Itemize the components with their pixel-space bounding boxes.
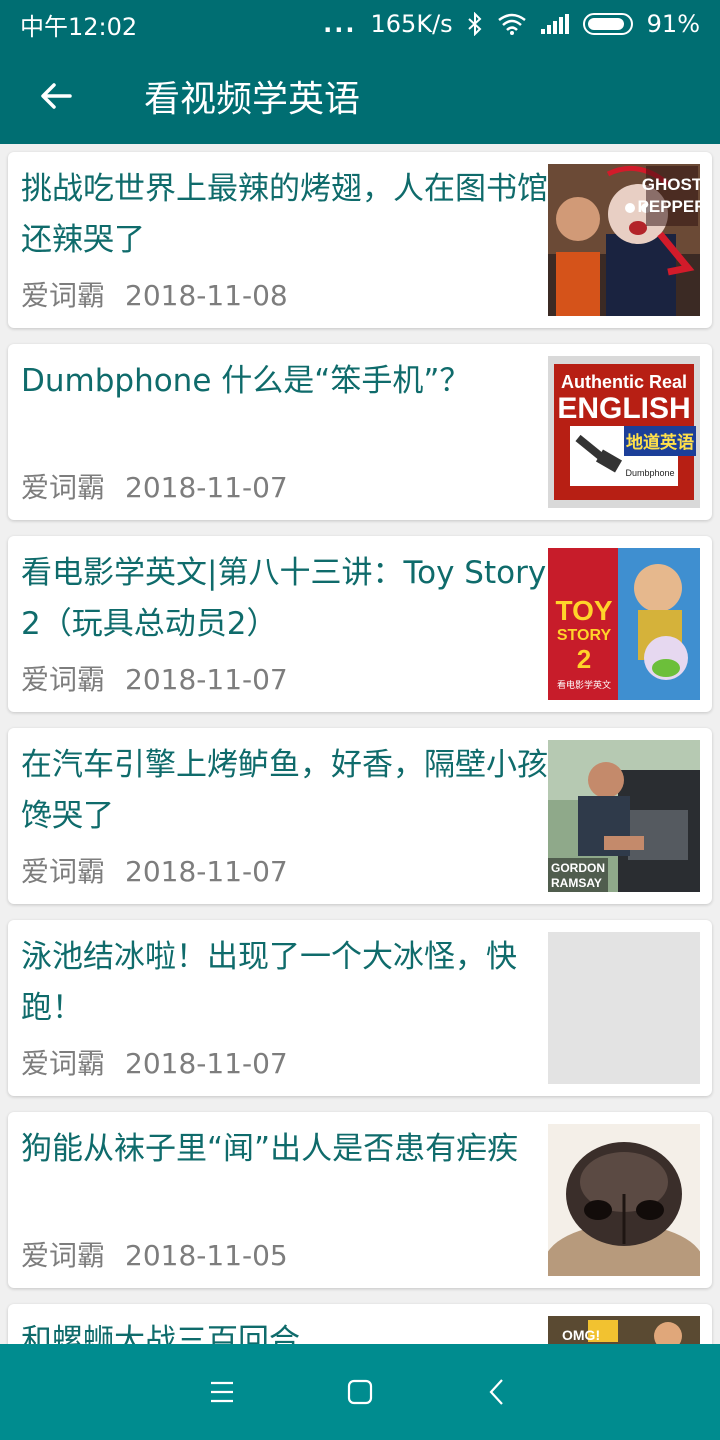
network-speed: 165K/s bbox=[370, 10, 453, 38]
article-thumbnail[interactable]: TOY STORY 2 看电影学英文 bbox=[548, 548, 700, 700]
article-title: 狗能从袜子里“闻”出人是否患有疟疾 bbox=[21, 1131, 519, 1167]
svg-text:2: 2 bbox=[577, 644, 591, 674]
svg-text:ENGLISH: ENGLISH bbox=[557, 392, 690, 425]
car-engine-cooking-image: GORDON RAMSAY bbox=[548, 740, 700, 892]
article-thumbnail[interactable]: GHOST PEPPER bbox=[548, 164, 700, 316]
article-source: 爱词霸 bbox=[21, 279, 106, 312]
svg-text:地道英语: 地道英语 bbox=[626, 432, 694, 453]
article-source: 爱词霸 bbox=[21, 1047, 106, 1080]
page-title: 看视频学英语 bbox=[144, 79, 361, 120]
status-bar: 中午12:02 ... 165K/s 91% bbox=[0, 0, 720, 48]
app-bar: 看视频学英语 bbox=[0, 48, 720, 144]
ghost-pepper-image: GHOST PEPPER bbox=[548, 164, 700, 316]
toy-story-poster-image: TOY STORY 2 看电影学英文 bbox=[548, 548, 700, 700]
svg-text:RAMSAY: RAMSAY bbox=[551, 876, 602, 890]
article-thumbnail-placeholder[interactable] bbox=[548, 932, 700, 1084]
article-date: 2018-11-07 bbox=[125, 471, 288, 504]
article-date: 2018-11-07 bbox=[125, 663, 288, 696]
article-list[interactable]: 挑战吃世界上最辣的烤翅，人在图书馆还辣哭了 爱词霸 2018-11-08 GHOS… bbox=[0, 144, 720, 1344]
article-date: 2018-11-07 bbox=[125, 855, 288, 888]
article-title: 看电影学英文|第八十三讲：Toy Story 2（玩具总动员2） bbox=[21, 555, 547, 642]
article-card[interactable]: 看电影学英文|第八十三讲：Toy Story 2（玩具总动员2） 爱词霸 2018… bbox=[8, 536, 712, 712]
article-card[interactable]: 和螺蛳大战三百回合 OMG! bbox=[8, 1304, 712, 1344]
authentic-english-image: Authentic Real ENGLISH 地道英语 Dumbphone bbox=[548, 356, 700, 508]
article-title: 泳池结冰啦！出现了一个大冰怪，快跑！ bbox=[21, 939, 517, 1026]
article-date: 2018-11-08 bbox=[125, 279, 288, 312]
article-source: 爱词霸 bbox=[21, 1239, 106, 1272]
svg-text:看电影学英文: 看电影学英文 bbox=[557, 679, 611, 691]
back-button[interactable] bbox=[0, 48, 112, 144]
article-meta: 爱词霸 2018-11-07 bbox=[21, 466, 288, 506]
menu-icon bbox=[211, 1381, 233, 1403]
battery-percent: 91% bbox=[646, 10, 700, 38]
status-time: 中午12:02 bbox=[20, 12, 138, 41]
battery-icon bbox=[582, 13, 633, 35]
article-title: Dumbphone 什么是“笨手机”？ bbox=[21, 363, 471, 399]
article-title: 在汽车引擎上烤鲈鱼，好香，隔壁小孩馋哭了 bbox=[21, 747, 548, 834]
article-card[interactable]: 泳池结冰啦！出现了一个大冰怪，快跑！ 爱词霸 2018-11-07 bbox=[8, 920, 712, 1096]
article-date: 2018-11-05 bbox=[125, 1239, 288, 1272]
article-card[interactable]: 在汽车引擎上烤鲈鱼，好香，隔壁小孩馋哭了 爱词霸 2018-11-07 GORDO… bbox=[8, 728, 712, 904]
more-dots: ... bbox=[323, 10, 357, 38]
svg-text:TOY: TOY bbox=[555, 595, 612, 626]
article-meta: 爱词霸 2018-11-08 bbox=[21, 274, 288, 314]
svg-text:STORY: STORY bbox=[557, 627, 612, 644]
article-card[interactable]: 挑战吃世界上最辣的烤翅，人在图书馆还辣哭了 爱词霸 2018-11-08 GHOS… bbox=[8, 152, 712, 328]
back-chevron-icon bbox=[489, 1379, 503, 1405]
article-card[interactable]: Dumbphone 什么是“笨手机”？ 爱词霸 2018-11-07 Authen… bbox=[8, 344, 712, 520]
menu-button[interactable] bbox=[153, 1344, 291, 1440]
article-source: 爱词霸 bbox=[21, 471, 106, 504]
home-square-icon bbox=[347, 1379, 373, 1405]
svg-text:Dumbphone: Dumbphone bbox=[625, 468, 674, 478]
back-arrow-icon bbox=[41, 83, 72, 109]
article-meta: 爱词霸 2018-11-07 bbox=[21, 658, 288, 698]
system-back-button[interactable] bbox=[429, 1344, 567, 1440]
svg-text:GHOST: GHOST bbox=[642, 175, 700, 194]
snail-battle-image: OMG! bbox=[548, 1316, 700, 1344]
svg-text:GORDON: GORDON bbox=[551, 861, 605, 875]
svg-text:Authentic Real: Authentic Real bbox=[561, 372, 687, 392]
home-button[interactable] bbox=[291, 1344, 429, 1440]
article-title: 和螺蛳大战三百回合 bbox=[21, 1323, 300, 1344]
wifi-icon bbox=[497, 13, 526, 35]
svg-text:PEPPER: PEPPER bbox=[638, 197, 700, 216]
article-meta: 爱词霸 2018-11-07 bbox=[21, 850, 288, 890]
article-thumbnail[interactable]: GORDON RAMSAY bbox=[548, 740, 700, 892]
article-date: 2018-11-07 bbox=[125, 1047, 288, 1080]
article-title: 挑战吃世界上最辣的烤翅，人在图书馆还辣哭了 bbox=[21, 171, 548, 258]
article-meta: 爱词霸 2018-11-05 bbox=[21, 1234, 288, 1274]
status-indicators: ... 165K/s 91% bbox=[323, 10, 700, 38]
article-thumbnail[interactable] bbox=[548, 1124, 700, 1276]
article-source: 爱词霸 bbox=[21, 855, 106, 888]
svg-text:OMG!: OMG! bbox=[562, 1327, 600, 1343]
article-thumbnail[interactable]: OMG! bbox=[548, 1316, 700, 1344]
article-source: 爱词霸 bbox=[21, 663, 106, 696]
dog-nose-image bbox=[548, 1124, 700, 1276]
article-meta: 爱词霸 2018-11-07 bbox=[21, 1042, 288, 1082]
signal-icon bbox=[540, 14, 569, 34]
bluetooth-icon bbox=[467, 12, 482, 36]
system-nav-bar bbox=[0, 1344, 720, 1440]
article-card[interactable]: 狗能从袜子里“闻”出人是否患有疟疾 爱词霸 2018-11-05 bbox=[8, 1112, 712, 1288]
article-thumbnail[interactable]: Authentic Real ENGLISH 地道英语 Dumbphone bbox=[548, 356, 700, 508]
